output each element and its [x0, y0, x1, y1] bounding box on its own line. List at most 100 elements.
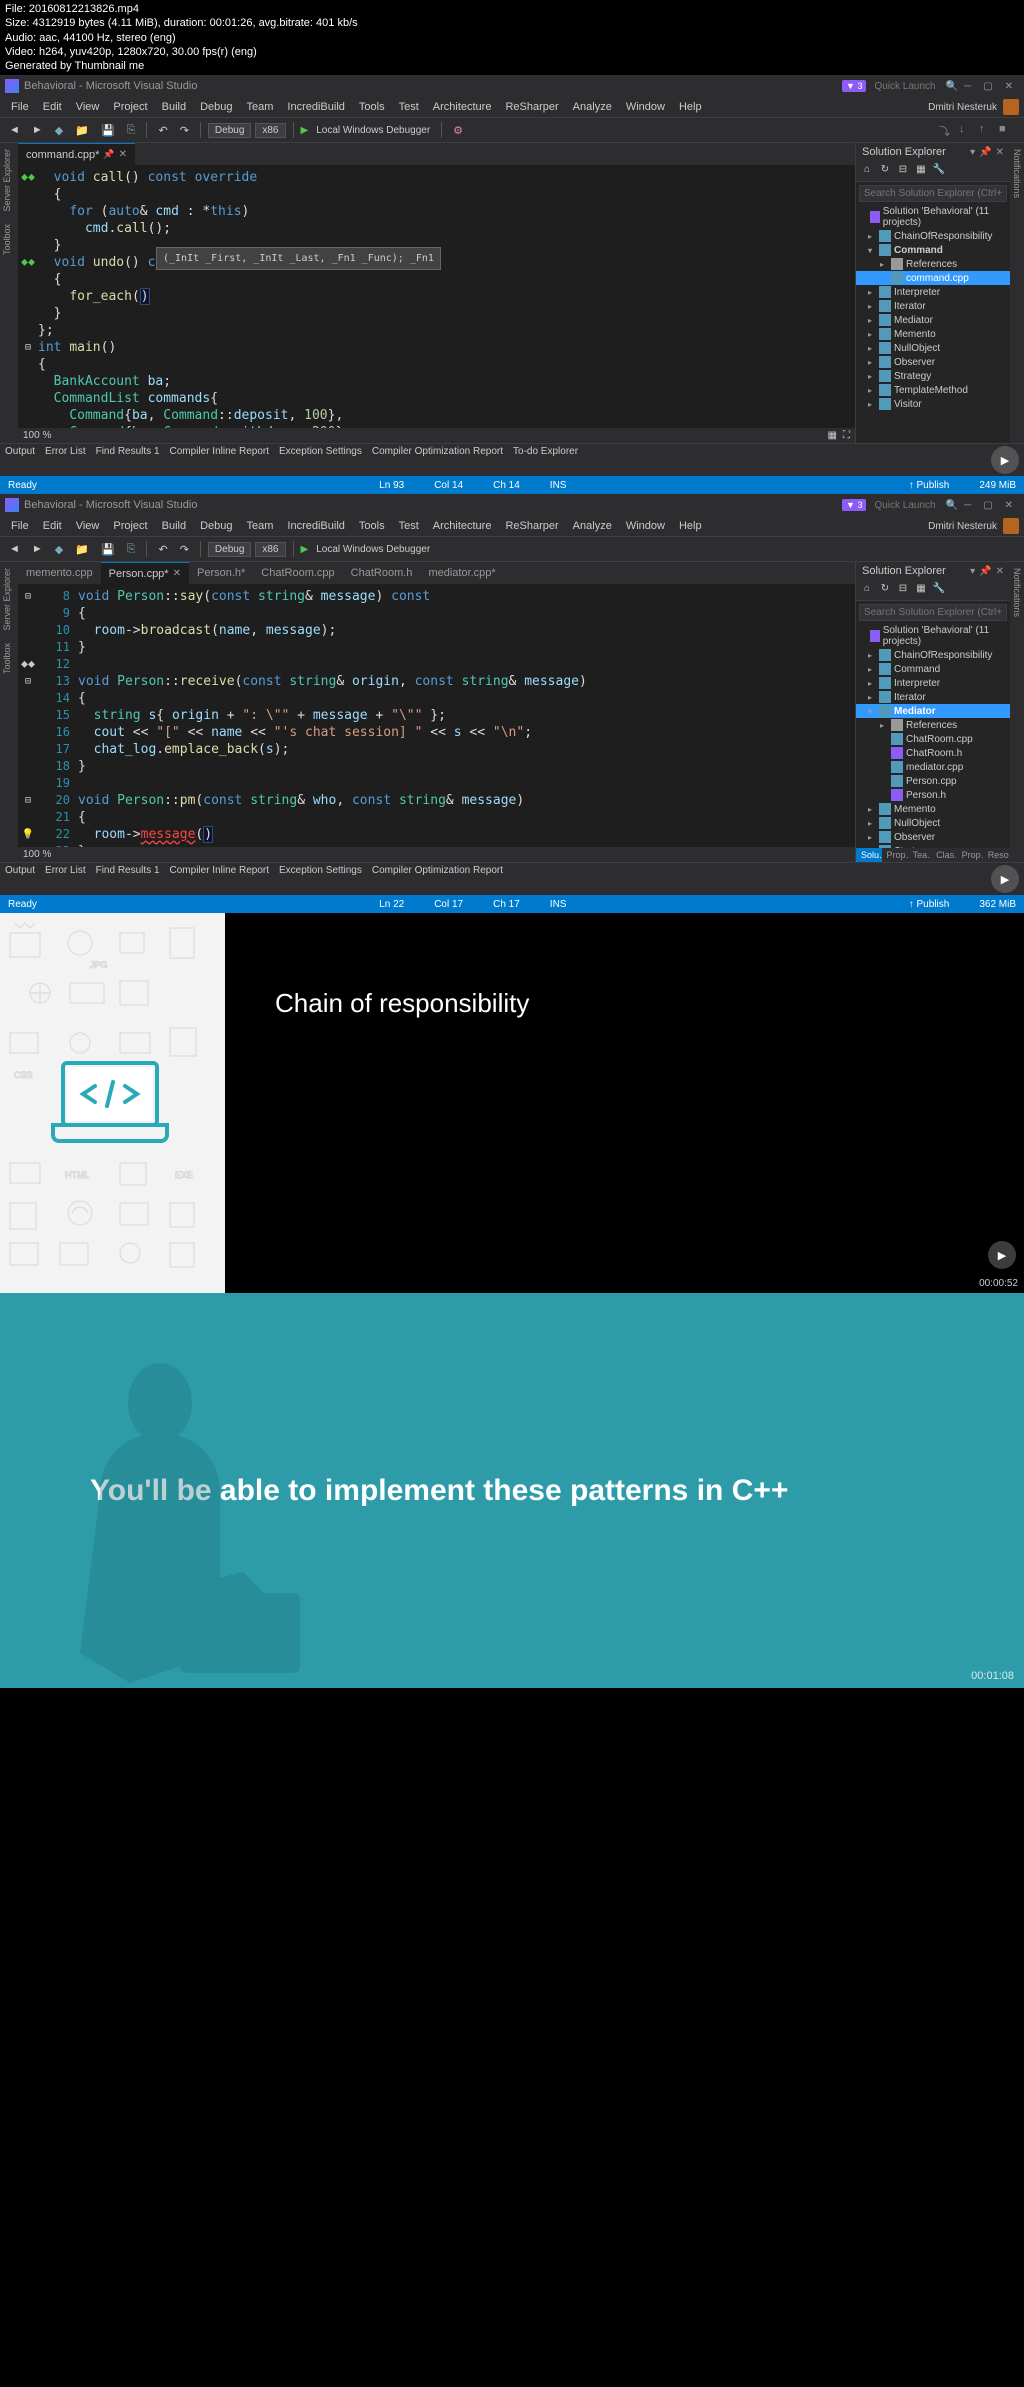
tab-opt-report[interactable]: Compiler Optimization Report: [372, 446, 503, 474]
tree-node[interactable]: Interpreter: [894, 287, 940, 298]
menu-file[interactable]: File: [5, 99, 35, 115]
doc-tab-command[interactable]: command.cpp* 📌 ✕: [18, 143, 135, 165]
explorer-tab-properties[interactable]: Prop…: [882, 848, 908, 862]
home-icon[interactable]: ⌂: [860, 583, 874, 597]
open-icon[interactable]: 📁: [71, 541, 93, 558]
menu-build[interactable]: Build: [156, 518, 192, 534]
tree-node[interactable]: Mediator: [894, 315, 933, 326]
collapse-icon[interactable]: ⊟: [896, 164, 910, 178]
menu-file[interactable]: File: [5, 518, 35, 534]
menu-window[interactable]: Window: [620, 99, 671, 115]
undo-icon[interactable]: ↶: [154, 541, 171, 558]
undo-icon[interactable]: ↶: [154, 122, 171, 139]
refresh-icon[interactable]: ↻: [878, 583, 892, 597]
tree-node-selected[interactable]: Mediator: [894, 706, 936, 717]
menu-analyze[interactable]: Analyze: [567, 99, 618, 115]
code-editor[interactable]: ⊟ 8void Person::say(const string& messag…: [18, 584, 855, 847]
status-publish[interactable]: ↑ Publish: [909, 899, 950, 910]
tab-error-list[interactable]: Error List: [45, 865, 86, 893]
minimize-button[interactable]: ─: [964, 500, 971, 511]
user-name[interactable]: Dmitri Nesteruk: [928, 521, 997, 532]
menu-team[interactable]: Team: [241, 518, 280, 534]
new-icon[interactable]: ◆: [51, 122, 67, 139]
tab-server-explorer[interactable]: Server Explorer: [0, 562, 18, 637]
step-into-icon[interactable]: ↓: [959, 123, 973, 137]
menu-analyze[interactable]: Analyze: [567, 518, 618, 534]
tree-node[interactable]: ChainOfResponsibility: [894, 650, 992, 661]
menu-view[interactable]: View: [70, 518, 106, 534]
tab-notifications[interactable]: Notifications: [1010, 143, 1024, 443]
menu-architecture[interactable]: Architecture: [427, 99, 498, 115]
tree-node[interactable]: ChatRoom.h: [906, 748, 962, 759]
tree-node[interactable]: NullObject: [894, 343, 940, 354]
notification-badge[interactable]: ▼ 3: [842, 80, 866, 92]
explorer-search-input[interactable]: [859, 185, 1007, 202]
tree-node[interactable]: Interpreter: [894, 678, 940, 689]
dropdown-icon[interactable]: ▾: [970, 147, 975, 158]
search-icon[interactable]: 🔍: [946, 500, 958, 511]
tree-node[interactable]: NullObject: [894, 818, 940, 829]
status-publish[interactable]: ↑ Publish: [909, 480, 950, 491]
sln-node[interactable]: Solution 'Behavioral' (11 projects): [883, 625, 1006, 647]
tab-toolbox[interactable]: Toolbox: [0, 218, 18, 261]
user-avatar-icon[interactable]: [1003, 518, 1019, 534]
explorer-tab-reso[interactable]: Reso…: [983, 848, 1010, 862]
doc-tab[interactable]: memento.cpp: [18, 562, 101, 584]
tab-inline-report[interactable]: Compiler Inline Report: [170, 446, 270, 474]
debug-tools-icon[interactable]: ⚙: [449, 122, 467, 139]
close-button[interactable]: ✕: [1005, 81, 1013, 92]
menu-resharper[interactable]: ReSharper: [499, 99, 564, 115]
pin-icon[interactable]: 📌: [979, 147, 991, 158]
tab-exception[interactable]: Exception Settings: [279, 446, 362, 474]
tree-node-selected[interactable]: command.cpp: [906, 273, 969, 284]
menu-incredibuild[interactable]: IncrediBuild: [281, 99, 350, 115]
open-icon[interactable]: 📁: [71, 122, 93, 139]
tab-error-list[interactable]: Error List: [45, 446, 86, 474]
explorer-search-input[interactable]: [859, 604, 1007, 621]
solution-tree[interactable]: Solution 'Behavioral' (11 projects) ▸Cha…: [856, 205, 1010, 443]
menu-edit[interactable]: Edit: [37, 99, 68, 115]
save-all-icon[interactable]: ⎘: [123, 122, 140, 139]
menu-debug[interactable]: Debug: [194, 99, 238, 115]
menu-tools[interactable]: Tools: [353, 99, 391, 115]
menu-view[interactable]: View: [70, 99, 106, 115]
tree-node[interactable]: TemplateMethod: [894, 385, 968, 396]
tree-node[interactable]: References: [906, 720, 957, 731]
tab-close-icon[interactable]: ✕: [173, 568, 181, 579]
collapse-icon[interactable]: ⊟: [896, 583, 910, 597]
menu-help[interactable]: Help: [673, 99, 708, 115]
menu-edit[interactable]: Edit: [37, 518, 68, 534]
debugger-button[interactable]: Local Windows Debugger: [312, 123, 434, 138]
tree-node[interactable]: Iterator: [894, 301, 926, 312]
close-icon[interactable]: ✕: [996, 147, 1004, 158]
tab-server-explorer[interactable]: Server Explorer: [0, 143, 18, 218]
nav-back-icon[interactable]: ◄: [5, 541, 24, 557]
menu-build[interactable]: Build: [156, 99, 192, 115]
tree-node[interactable]: Memento: [894, 329, 936, 340]
tab-todo[interactable]: To-do Explorer: [513, 446, 578, 474]
platform-select[interactable]: x86: [255, 542, 285, 557]
tab-toolbox[interactable]: Toolbox: [0, 637, 18, 680]
maximize-button[interactable]: ▢: [983, 500, 992, 511]
show-all-icon[interactable]: ▦: [914, 583, 928, 597]
solution-tree[interactable]: Solution 'Behavioral' (11 projects) ▸Cha…: [856, 624, 1010, 848]
code-editor[interactable]: ⬥⬥ void call() const override { for (aut…: [18, 165, 855, 428]
minimize-button[interactable]: ─: [964, 81, 971, 92]
zoom-level[interactable]: 100 %: [23, 430, 51, 441]
tab-notifications[interactable]: Notifications: [1010, 562, 1024, 862]
menu-project[interactable]: Project: [107, 518, 153, 534]
step-over-icon[interactable]: ⤵: [939, 123, 953, 137]
user-name[interactable]: Dmitri Nesteruk: [928, 102, 997, 113]
redo-icon[interactable]: ↷: [176, 541, 193, 558]
menu-help[interactable]: Help: [673, 518, 708, 534]
home-icon[interactable]: ⌂: [860, 164, 874, 178]
save-icon[interactable]: 💾: [97, 122, 119, 139]
tree-node[interactable]: Command: [894, 664, 940, 675]
menu-resharper[interactable]: ReSharper: [499, 518, 564, 534]
properties-icon[interactable]: 🔧: [932, 164, 946, 178]
explorer-tab-team[interactable]: Tea…: [908, 848, 932, 862]
doc-tab[interactable]: mediator.cpp*: [420, 562, 503, 584]
menu-team[interactable]: Team: [241, 99, 280, 115]
tree-node[interactable]: ChatRoom.cpp: [906, 734, 973, 745]
debug-ctl-icon[interactable]: ⛶: [843, 430, 850, 441]
